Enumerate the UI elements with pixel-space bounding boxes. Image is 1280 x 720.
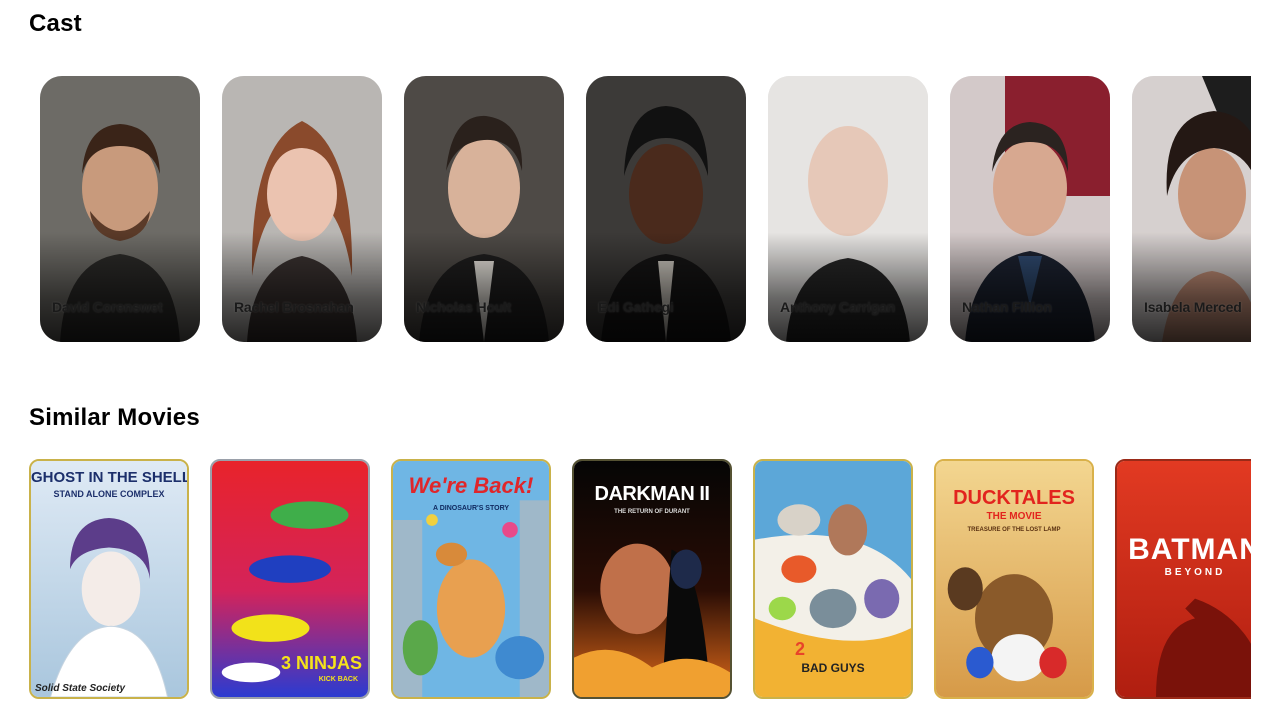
similar-movies-carousel[interactable]: GHOST IN THE SHELL STAND ALONE COMPLEX S…: [29, 459, 1251, 699]
cast-name: Anthony Carrigan: [780, 299, 896, 315]
cast-name: Rachel Brosnahan: [234, 299, 354, 315]
cast-card[interactable]: Isabela Merced: [1132, 76, 1251, 342]
poster-title: BAD GUYS: [801, 661, 865, 675]
cast-card[interactable]: Nathan Fillion: [950, 76, 1110, 342]
poster-title: DARKMAN II: [594, 483, 711, 505]
movie-poster: [1117, 461, 1251, 697]
cast-carousel[interactable]: David Corenswet Rachel Brosnahan Nichola…: [40, 76, 1251, 342]
poster-title: GHOST IN THE SHELL: [31, 469, 189, 486]
cast-section-title: Cast: [29, 10, 82, 37]
poster-subtitle: STAND ALONE COMPLEX: [53, 489, 165, 499]
poster-footer: Solid State Society: [35, 683, 126, 694]
poster-subtitle: THE MOVIE: [986, 511, 1042, 522]
cast-card[interactable]: Rachel Brosnahan: [222, 76, 382, 342]
movie-card[interactable]: DUCKTALES THE MOVIE TREASURE OF THE LOST…: [934, 459, 1094, 699]
movie-card[interactable]: BATMAN BEYOND: [1115, 459, 1251, 699]
similar-movies-section-title: Similar Movies: [29, 404, 200, 431]
cast-card[interactable]: Nicholas Hoult: [404, 76, 564, 342]
poster-subtitle: THE RETURN OF DURANT: [614, 509, 690, 515]
poster-footer: TREASURE OF THE LOST LAMP: [967, 527, 1061, 533]
movie-card[interactable]: 3 NINJAS KICK BACK: [210, 459, 370, 699]
cast-card[interactable]: David Corenswet: [40, 76, 200, 342]
cast-name: Nicholas Hoult: [416, 299, 512, 315]
movie-card[interactable]: We're Back! A DINOSAUR'S STORY: [391, 459, 551, 699]
poster-subtitle: 2: [795, 639, 806, 659]
cast-name: Edi Gathegi: [598, 299, 674, 315]
poster-subtitle: BEYOND: [1164, 567, 1226, 578]
poster-subtitle: A DINOSAUR'S STORY: [432, 505, 510, 512]
cast-card[interactable]: Anthony Carrigan: [768, 76, 928, 342]
movie-card[interactable]: GHOST IN THE SHELL STAND ALONE COMPLEX S…: [29, 459, 189, 699]
cast-name: David Corenswet: [52, 299, 163, 315]
cast-card[interactable]: Edi Gathegi: [586, 76, 746, 342]
poster-title: BATMAN: [1128, 533, 1251, 566]
movie-card[interactable]: DARKMAN II THE RETURN OF DURANT: [572, 459, 732, 699]
cast-name: Isabela Merced: [1144, 299, 1242, 315]
cast-name: Nathan Fillion: [962, 299, 1052, 315]
movie-card[interactable]: BAD GUYS 2: [753, 459, 913, 699]
poster-title: DUCKTALES: [953, 487, 1075, 509]
poster-subtitle: KICK BACK: [318, 676, 358, 683]
poster-title: We're Back!: [408, 473, 534, 498]
poster-title: 3 NINJAS: [280, 653, 362, 673]
